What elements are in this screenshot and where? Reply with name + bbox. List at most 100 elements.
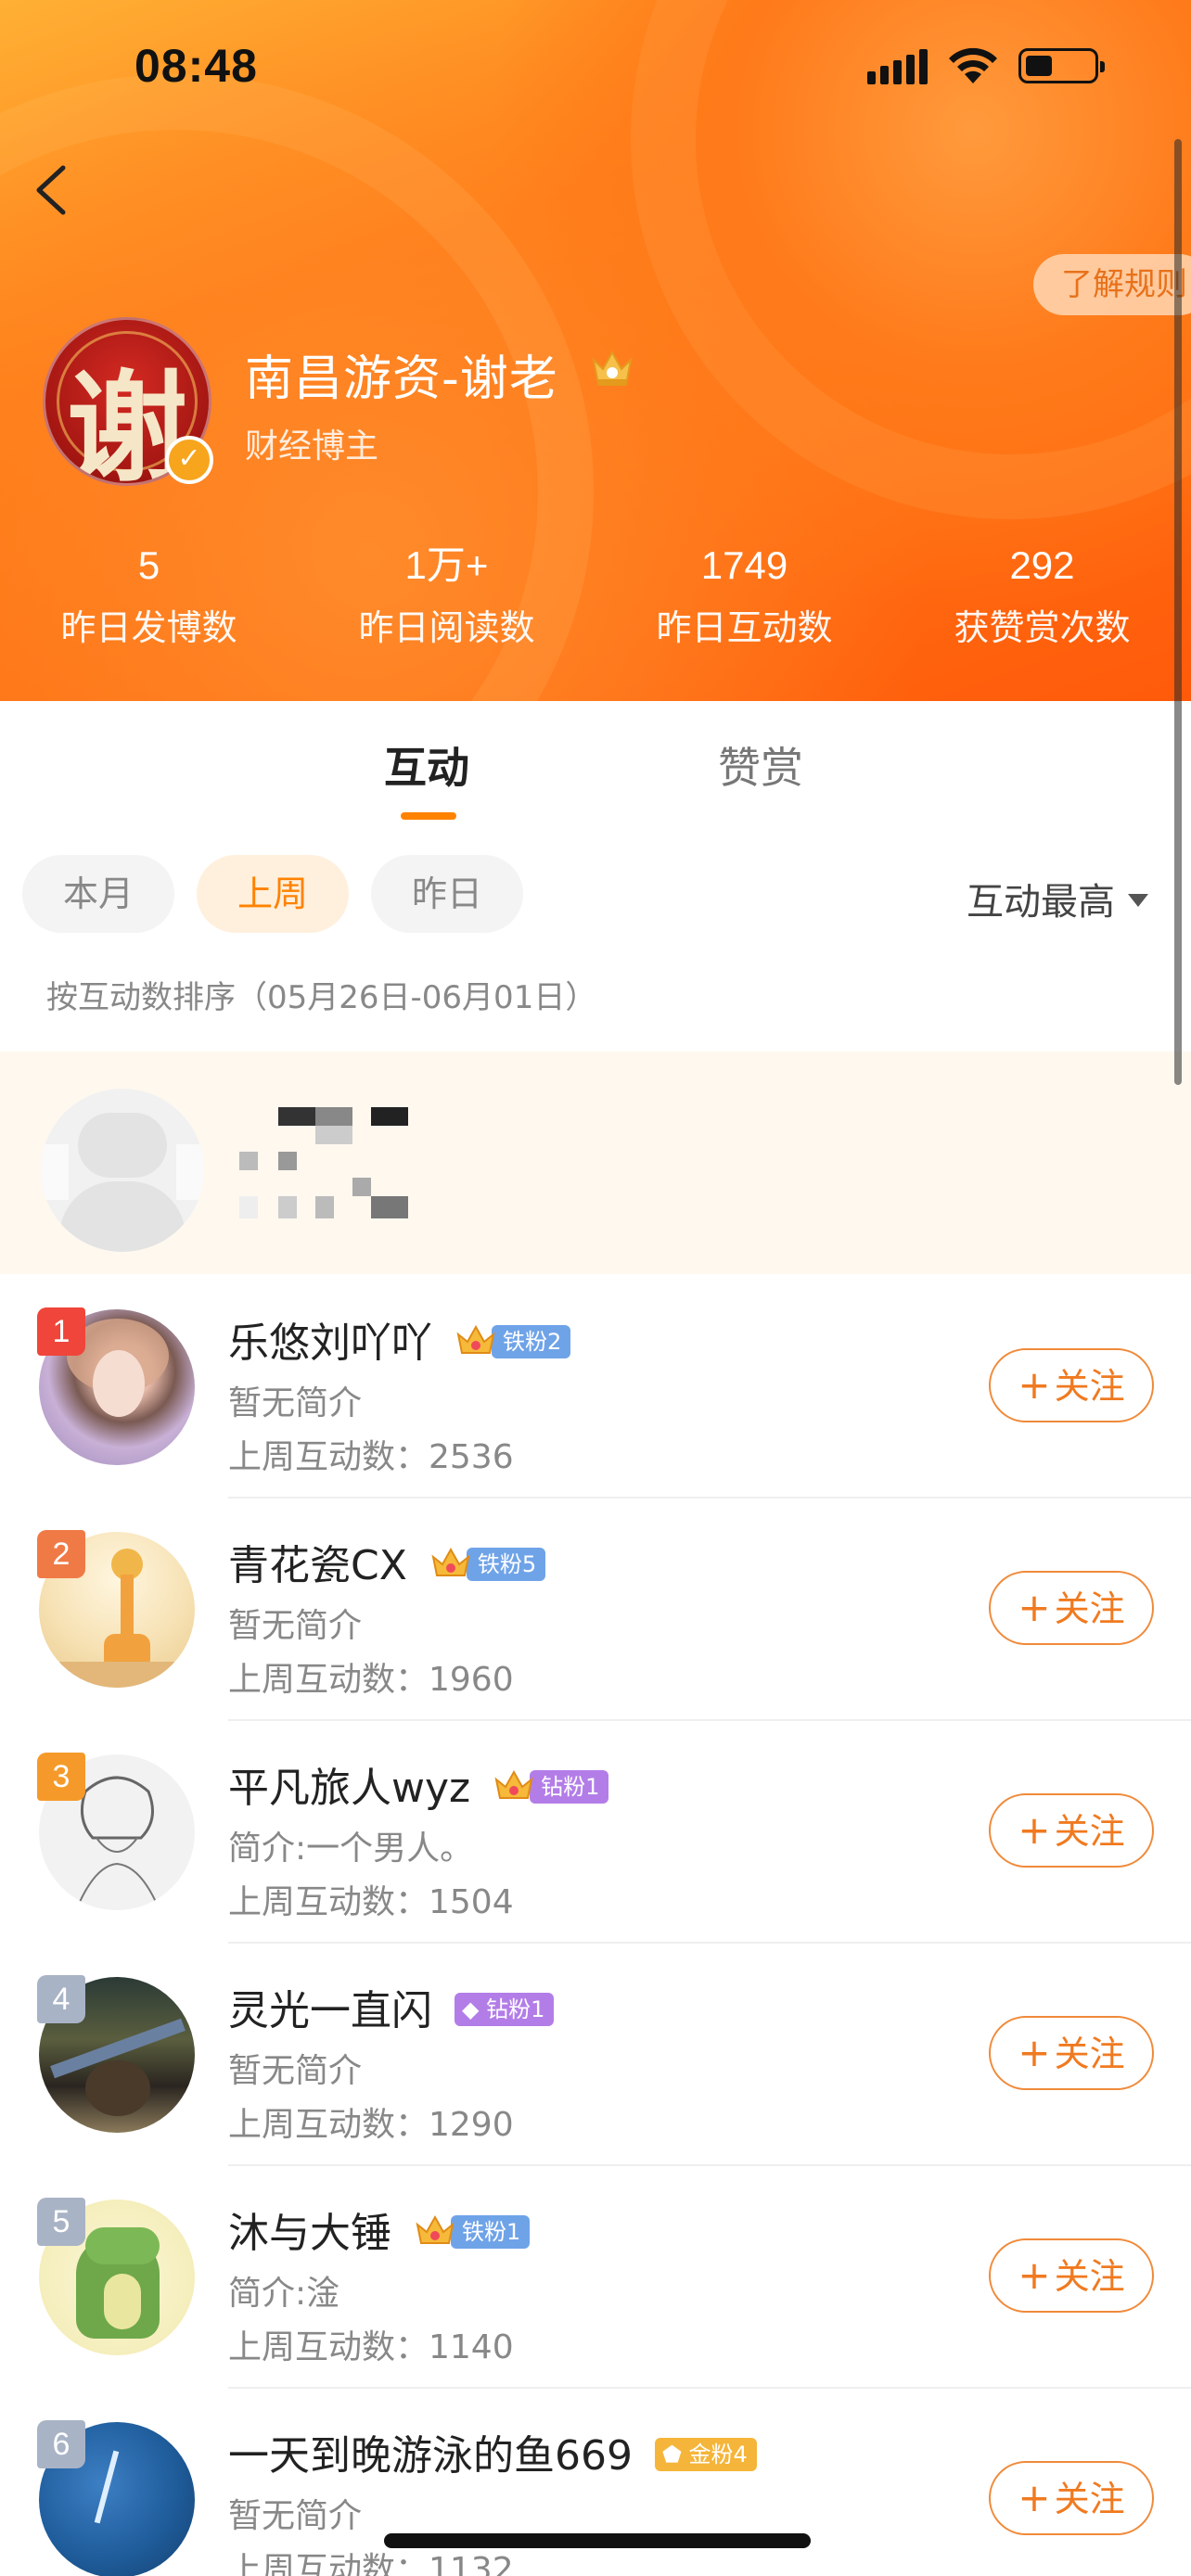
list-item[interactable]: 5 沐与大锤 铁粉1 简介:淦 上周互动数：1140 + 关注 [0, 2166, 1191, 2389]
interaction-count: 上周互动数：2536 [228, 1438, 514, 1476]
follow-button[interactable]: + 关注 [989, 1793, 1154, 1868]
user-bio: 简介:一个男人。 [228, 1830, 474, 1868]
diamond-icon: ◆ [462, 1996, 487, 2022]
stat-value: 292 [1009, 543, 1075, 587]
follow-button[interactable]: + 关注 [989, 1571, 1154, 1645]
plus-icon: + [1018, 2252, 1051, 2298]
interaction-count: 上周互动数：1290 [228, 2106, 514, 2144]
follow-button[interactable]: + 关注 [989, 2461, 1154, 2535]
home-indicator[interactable] [384, 2533, 811, 2548]
profile-role: 财经博主 [245, 427, 379, 465]
fan-badge: ⬟ 金粉4 [654, 2438, 757, 2471]
chip-yesterday[interactable]: 昨日 [371, 855, 524, 933]
sort-dropdown[interactable]: 互动最高 [967, 872, 1148, 925]
follow-label: 关注 [1054, 1366, 1125, 1407]
follow-button[interactable]: + 关注 [989, 1348, 1154, 1422]
user-bio: 暂无简介 [228, 2052, 363, 2090]
user-name[interactable]: 灵光一直闪 [228, 1987, 432, 2034]
stat-posts: 5 昨日发博数 [0, 538, 298, 650]
fan-badge-label: 铁粉1 [451, 2215, 531, 2249]
user-name-line: 乐悠刘吖吖 铁粉2 [228, 1309, 571, 1369]
follow-label: 关注 [1054, 2256, 1125, 2297]
stat-value: 1万+ [404, 543, 489, 587]
user-name-line: 一天到晚游泳的鱼669 ⬟ 金粉4 [228, 2422, 757, 2481]
follow-button[interactable]: + 关注 [989, 2238, 1154, 2313]
status-icons [867, 46, 1105, 85]
rank-number: 1 [37, 1307, 85, 1356]
fan-badge-text: 钻粉1 [486, 1996, 545, 2022]
user-name-line: 青花瓷CX 铁粉5 [228, 1532, 546, 1591]
follow-label: 关注 [1054, 1588, 1125, 1629]
list-item[interactable]: 1 乐悠刘吖吖 铁粉2 暂无简介 上周互动数：2536 + 关注 [0, 1276, 1191, 1498]
fan-badge: 铁粉5 [429, 1546, 546, 1583]
stat-value: 1749 [700, 543, 788, 587]
interaction-count: 上周互动数：1960 [228, 1661, 514, 1699]
period-filter: 本月 上周 昨日 [22, 855, 524, 933]
crown-icon [456, 1324, 495, 1354]
current-user-row [0, 1052, 1191, 1274]
caret-down-icon [1128, 894, 1148, 907]
follow-label: 关注 [1054, 2034, 1125, 2074]
back-arrow-icon[interactable] [28, 162, 74, 218]
stat-label: 获赞赏次数 [954, 607, 1131, 648]
crown-icon [494, 1769, 533, 1799]
fan-badge: ◆ 钻粉1 [455, 1993, 555, 2026]
verified-badge-icon: ✓ [165, 436, 213, 484]
stat-label: 昨日发博数 [60, 607, 237, 648]
profile-name: 南昌游资-谢老 [245, 351, 558, 407]
chip-this-month[interactable]: 本月 [22, 855, 175, 933]
user-name[interactable]: 一天到晚游泳的鱼669 [228, 2432, 633, 2480]
user-bio: 简介:淦 [228, 2275, 340, 2313]
interaction-count: 上周互动数：1140 [228, 2328, 514, 2366]
list-item[interactable]: 3 平凡旅人wyz 钻粉1 简介:一个男人。 上周互动数：1504 + 关注 [0, 1721, 1191, 1944]
follow-label: 关注 [1054, 1811, 1125, 1852]
interaction-count: 上周互动数：1504 [228, 1883, 514, 1921]
stat-value: 5 [137, 543, 160, 587]
fan-badge-label: 钻粉1 [530, 1770, 609, 1804]
plus-icon: + [1018, 1807, 1051, 1853]
sort-dropdown-label: 互动最高 [967, 881, 1115, 924]
rank-number: 4 [37, 1975, 85, 2023]
user-name-line: 平凡旅人wyz 钻粉1 [228, 1754, 609, 1814]
stat-reads: 1万+ 昨日阅读数 [298, 538, 596, 650]
tab-interaction[interactable]: 互动 [384, 734, 469, 796]
user-name[interactable]: 青花瓷CX [228, 1542, 407, 1589]
user-bio: 暂无简介 [228, 1384, 363, 1422]
rank-number: 3 [37, 1753, 85, 1801]
user-name[interactable]: 沐与大锤 [228, 2210, 391, 2257]
fan-badge: 铁粉2 [455, 1323, 571, 1360]
fan-badge: 铁粉1 [414, 2213, 531, 2251]
sort-description: 按互动数排序（05月26日-06月01日） [46, 979, 597, 1016]
cellular-signal-icon [867, 47, 928, 84]
gold-gem-icon: ⬟ [661, 2442, 689, 2468]
crown-icon [416, 2214, 455, 2244]
status-time: 08:48 [134, 40, 258, 92]
user-name[interactable]: 乐悠刘吖吖 [228, 1320, 432, 1367]
chip-last-week[interactable]: 上周 [197, 855, 350, 933]
list-item[interactable]: 4 灵光一直闪 ◆ 钻粉1 暂无简介 上周互动数：1290 + 关注 [0, 1944, 1191, 2166]
user-name-line: 灵光一直闪 ◆ 钻粉1 [228, 1977, 555, 2036]
tab-indicator [401, 812, 456, 820]
tab-reward[interactable]: 赞赏 [718, 734, 803, 796]
plus-icon: + [1018, 2030, 1051, 2075]
fan-badge-label: 铁粉5 [466, 1548, 546, 1581]
tab-bar: 互动 赞赏 [0, 701, 1191, 831]
battery-icon [1018, 48, 1105, 83]
profile-header: 08:48 了解规则 谢 ✓ 南昌游资-谢老 财经博主 5 昨日发博数 1万+ … [0, 0, 1191, 701]
ranking-list: 1 乐悠刘吖吖 铁粉2 暂无简介 上周互动数：2536 + 关注 2 青花瓷CX … [0, 1276, 1191, 2576]
scrollbar[interactable] [1174, 139, 1182, 1085]
pixelated-name [239, 1107, 425, 1228]
user-name-line: 沐与大锤 铁粉1 [228, 2200, 531, 2259]
plus-icon: + [1018, 1362, 1051, 1408]
fan-badge-label: ⬟ 金粉4 [654, 2438, 757, 2471]
rank-number: 5 [37, 2198, 85, 2246]
crown-level-icon [592, 350, 633, 386]
follow-button[interactable]: + 关注 [989, 2016, 1154, 2090]
stats-row: 5 昨日发博数 1万+ 昨日阅读数 1749 昨日互动数 292 获赞赏次数 [0, 538, 1191, 650]
rules-button[interactable]: 了解规则 [1033, 254, 1191, 315]
plus-icon: + [1018, 1585, 1051, 1630]
user-name[interactable]: 平凡旅人wyz [228, 1765, 470, 1812]
list-item[interactable]: 2 青花瓷CX 铁粉5 暂无简介 上周互动数：1960 + 关注 [0, 1498, 1191, 1721]
rank-number: 6 [37, 2420, 85, 2468]
fan-badge-label: 铁粉2 [492, 1325, 571, 1358]
